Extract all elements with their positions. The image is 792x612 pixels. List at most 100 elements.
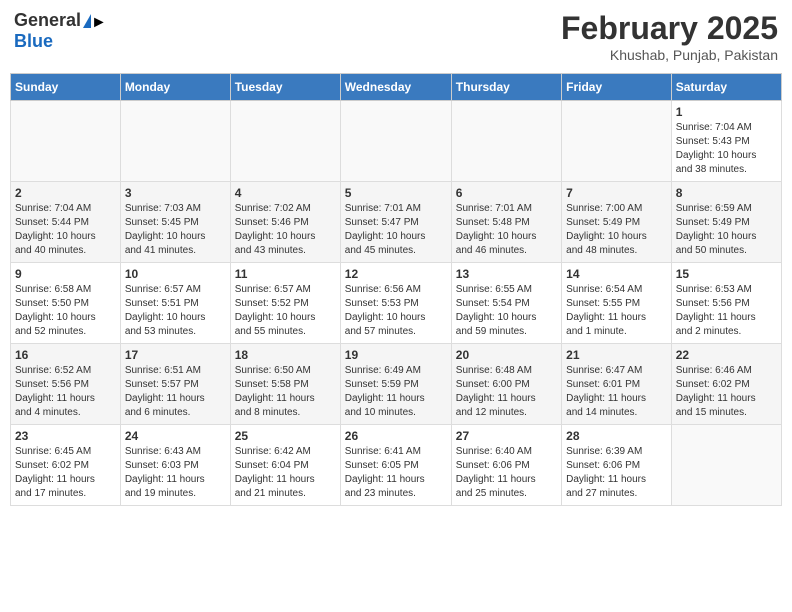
calendar-body: 1 Sunrise: 7:04 AM Sunset: 5:43 PM Daylig… xyxy=(11,101,782,506)
day-number: 23 xyxy=(15,429,116,443)
day-info: Sunrise: 7:01 AM Sunset: 5:47 PM Dayligh… xyxy=(345,202,447,258)
calendar-week-row: 9 Sunrise: 6:58 AM Sunset: 5:50 PM Daylig… xyxy=(11,263,782,344)
day-number: 2 xyxy=(15,186,116,200)
day-header-tuesday: Tuesday xyxy=(230,74,340,101)
day-info: Sunrise: 7:03 AM Sunset: 5:45 PM Dayligh… xyxy=(125,202,226,258)
logo: General ► Blue xyxy=(14,10,91,52)
day-header-wednesday: Wednesday xyxy=(340,74,451,101)
day-info: Sunrise: 6:58 AM Sunset: 5:50 PM Dayligh… xyxy=(15,283,116,339)
day-number: 18 xyxy=(235,348,336,362)
day-number: 12 xyxy=(345,267,447,281)
calendar-cell: 1 Sunrise: 7:04 AM Sunset: 5:43 PM Daylig… xyxy=(671,101,781,182)
title-block: February 2025 Khushab, Punjab, Pakistan xyxy=(561,10,778,63)
calendar-header: SundayMondayTuesdayWednesdayThursdayFrid… xyxy=(11,74,782,101)
day-number: 1 xyxy=(676,105,777,119)
calendar-cell xyxy=(120,101,230,182)
day-info: Sunrise: 6:55 AM Sunset: 5:54 PM Dayligh… xyxy=(456,283,557,339)
day-number: 10 xyxy=(125,267,226,281)
calendar-cell: 19 Sunrise: 6:49 AM Sunset: 5:59 PM Dayli… xyxy=(340,344,451,425)
day-info: Sunrise: 7:02 AM Sunset: 5:46 PM Dayligh… xyxy=(235,202,336,258)
day-number: 28 xyxy=(566,429,667,443)
calendar-week-row: 2 Sunrise: 7:04 AM Sunset: 5:44 PM Daylig… xyxy=(11,182,782,263)
day-info: Sunrise: 6:45 AM Sunset: 6:02 PM Dayligh… xyxy=(15,445,116,501)
day-info: Sunrise: 6:48 AM Sunset: 6:00 PM Dayligh… xyxy=(456,364,557,420)
calendar-week-row: 16 Sunrise: 6:52 AM Sunset: 5:56 PM Dayli… xyxy=(11,344,782,425)
day-info: Sunrise: 6:54 AM Sunset: 5:55 PM Dayligh… xyxy=(566,283,667,339)
calendar-cell: 15 Sunrise: 6:53 AM Sunset: 5:56 PM Dayli… xyxy=(671,263,781,344)
day-number: 19 xyxy=(345,348,447,362)
calendar-cell: 28Sunrise: 6:39 AM Sunset: 6:06 PM Dayli… xyxy=(562,425,672,506)
calendar-cell xyxy=(340,101,451,182)
logo-general-text: General xyxy=(14,10,81,31)
day-info: Sunrise: 7:04 AM Sunset: 5:43 PM Dayligh… xyxy=(676,121,777,177)
day-info: Sunrise: 6:42 AM Sunset: 6:04 PM Dayligh… xyxy=(235,445,336,501)
calendar-cell: 9 Sunrise: 6:58 AM Sunset: 5:50 PM Daylig… xyxy=(11,263,121,344)
day-number: 20 xyxy=(456,348,557,362)
day-number: 14 xyxy=(566,267,667,281)
calendar-cell: 8 Sunrise: 6:59 AM Sunset: 5:49 PM Daylig… xyxy=(671,182,781,263)
calendar-cell: 18Sunrise: 6:50 AM Sunset: 5:58 PM Dayli… xyxy=(230,344,340,425)
day-info: Sunrise: 6:40 AM Sunset: 6:06 PM Dayligh… xyxy=(456,445,557,501)
calendar-cell: 6 Sunrise: 7:01 AM Sunset: 5:48 PM Daylig… xyxy=(451,182,561,263)
day-info: Sunrise: 6:53 AM Sunset: 5:56 PM Dayligh… xyxy=(676,283,777,339)
location: Khushab, Punjab, Pakistan xyxy=(561,47,778,63)
days-row: SundayMondayTuesdayWednesdayThursdayFrid… xyxy=(11,74,782,101)
day-number: 5 xyxy=(345,186,447,200)
day-number: 4 xyxy=(235,186,336,200)
day-number: 15 xyxy=(676,267,777,281)
calendar-cell: 7Sunrise: 7:00 AM Sunset: 5:49 PM Daylig… xyxy=(562,182,672,263)
day-number: 26 xyxy=(345,429,447,443)
day-header-thursday: Thursday xyxy=(451,74,561,101)
calendar-cell: 17 Sunrise: 6:51 AM Sunset: 5:57 PM Dayli… xyxy=(120,344,230,425)
calendar-cell: 16 Sunrise: 6:52 AM Sunset: 5:56 PM Dayli… xyxy=(11,344,121,425)
day-info: Sunrise: 6:51 AM Sunset: 5:57 PM Dayligh… xyxy=(125,364,226,420)
day-number: 7 xyxy=(566,186,667,200)
calendar-cell: 12Sunrise: 6:56 AM Sunset: 5:53 PM Dayli… xyxy=(340,263,451,344)
day-info: Sunrise: 7:01 AM Sunset: 5:48 PM Dayligh… xyxy=(456,202,557,258)
month-title: February 2025 xyxy=(561,10,778,47)
day-number: 25 xyxy=(235,429,336,443)
calendar-cell: 10 Sunrise: 6:57 AM Sunset: 5:51 PM Dayli… xyxy=(120,263,230,344)
calendar-cell: 23 Sunrise: 6:45 AM Sunset: 6:02 PM Dayli… xyxy=(11,425,121,506)
calendar-cell: 3 Sunrise: 7:03 AM Sunset: 5:45 PM Daylig… xyxy=(120,182,230,263)
day-number: 21 xyxy=(566,348,667,362)
day-number: 6 xyxy=(456,186,557,200)
logo-icon: ► xyxy=(83,14,91,28)
day-number: 24 xyxy=(125,429,226,443)
calendar-cell: 5 Sunrise: 7:01 AM Sunset: 5:47 PM Daylig… xyxy=(340,182,451,263)
calendar-cell: 25 Sunrise: 6:42 AM Sunset: 6:04 PM Dayli… xyxy=(230,425,340,506)
day-number: 17 xyxy=(125,348,226,362)
day-info: Sunrise: 6:41 AM Sunset: 6:05 PM Dayligh… xyxy=(345,445,447,501)
calendar-cell: 11 Sunrise: 6:57 AM Sunset: 5:52 PM Dayli… xyxy=(230,263,340,344)
day-header-friday: Friday xyxy=(562,74,672,101)
calendar-cell: 4 Sunrise: 7:02 AM Sunset: 5:46 PM Daylig… xyxy=(230,182,340,263)
day-info: Sunrise: 6:49 AM Sunset: 5:59 PM Dayligh… xyxy=(345,364,447,420)
day-number: 9 xyxy=(15,267,116,281)
logo-blue-text: Blue xyxy=(14,31,53,52)
day-info: Sunrise: 6:59 AM Sunset: 5:49 PM Dayligh… xyxy=(676,202,777,258)
page-header: General ► Blue February 2025 Khushab, Pu… xyxy=(10,10,782,63)
calendar-cell: 14 Sunrise: 6:54 AM Sunset: 5:55 PM Dayli… xyxy=(562,263,672,344)
calendar-cell: 24Sunrise: 6:43 AM Sunset: 6:03 PM Dayli… xyxy=(120,425,230,506)
calendar-cell xyxy=(451,101,561,182)
calendar-cell: 21Sunrise: 6:47 AM Sunset: 6:01 PM Dayli… xyxy=(562,344,672,425)
day-number: 3 xyxy=(125,186,226,200)
calendar-cell xyxy=(11,101,121,182)
day-number: 16 xyxy=(15,348,116,362)
calendar-week-row: 1 Sunrise: 7:04 AM Sunset: 5:43 PM Daylig… xyxy=(11,101,782,182)
day-number: 11 xyxy=(235,267,336,281)
calendar-cell: 26 Sunrise: 6:41 AM Sunset: 6:05 PM Dayli… xyxy=(340,425,451,506)
day-info: Sunrise: 6:52 AM Sunset: 5:56 PM Dayligh… xyxy=(15,364,116,420)
day-number: 27 xyxy=(456,429,557,443)
day-info: Sunrise: 7:04 AM Sunset: 5:44 PM Dayligh… xyxy=(15,202,116,258)
day-number: 22 xyxy=(676,348,777,362)
day-number: 8 xyxy=(676,186,777,200)
calendar-cell xyxy=(230,101,340,182)
calendar-week-row: 23 Sunrise: 6:45 AM Sunset: 6:02 PM Dayli… xyxy=(11,425,782,506)
day-info: Sunrise: 6:57 AM Sunset: 5:51 PM Dayligh… xyxy=(125,283,226,339)
day-number: 13 xyxy=(456,267,557,281)
calendar-table: SundayMondayTuesdayWednesdayThursdayFrid… xyxy=(10,73,782,506)
day-header-sunday: Sunday xyxy=(11,74,121,101)
day-info: Sunrise: 6:57 AM Sunset: 5:52 PM Dayligh… xyxy=(235,283,336,339)
calendar-cell: 20 Sunrise: 6:48 AM Sunset: 6:00 PM Dayli… xyxy=(451,344,561,425)
